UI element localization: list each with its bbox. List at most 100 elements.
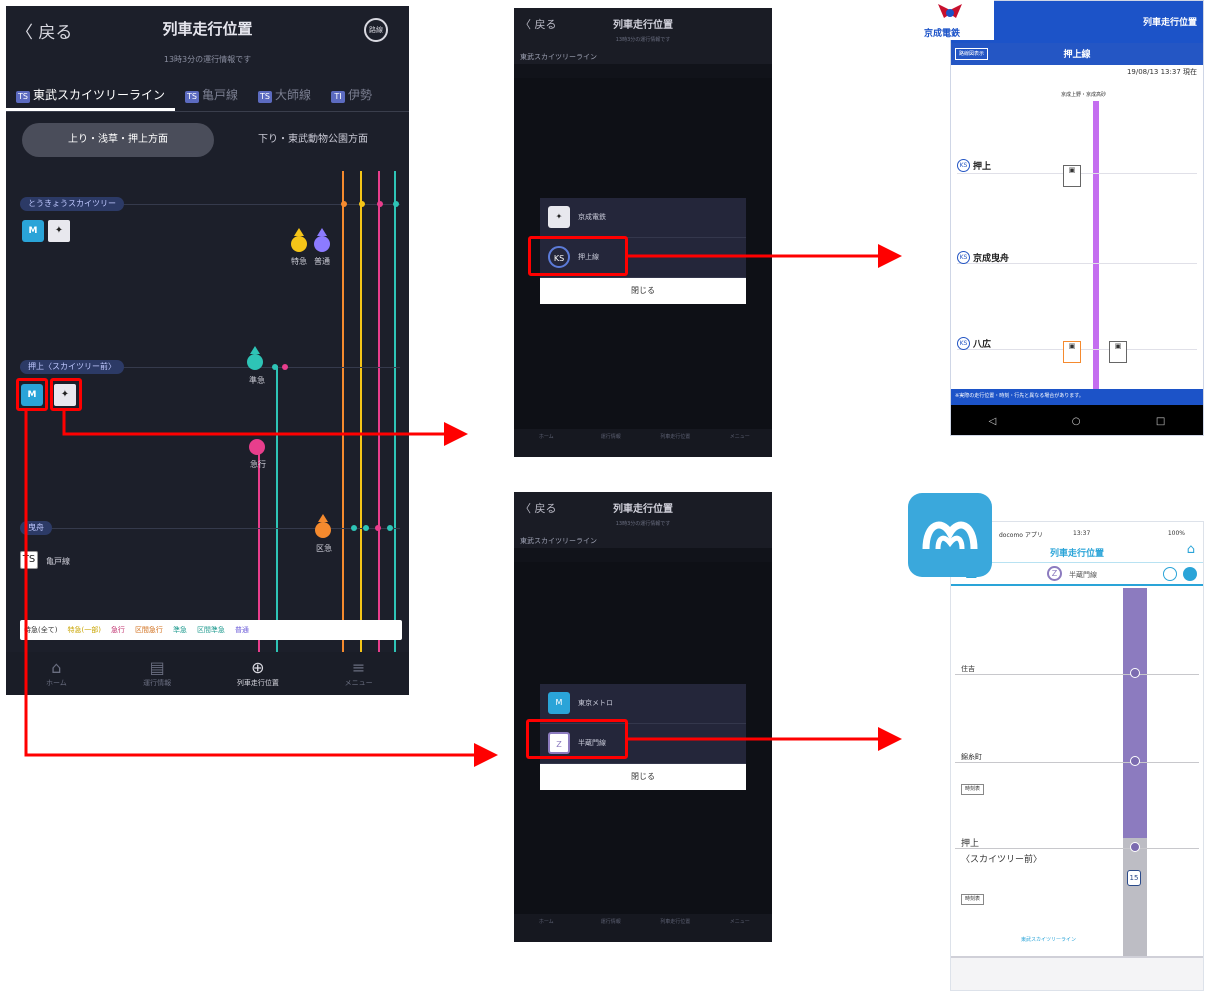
tokyo-metro-app-icon	[908, 493, 992, 577]
station-number-icon: KS	[957, 251, 970, 264]
keisei-line-track	[1093, 101, 1099, 395]
line-name: 半蔵門線	[1069, 571, 1097, 579]
direction-up-toggle[interactable]: 上り・浅草・押上方面	[22, 123, 214, 157]
nav-train-position[interactable]: ⊕ 列車走行位置	[208, 652, 309, 695]
info-icon: ▤	[149, 658, 165, 677]
menu-icon: ≡	[351, 658, 366, 677]
mini-header: 〈 戻る 列車走行位置 13時3分の運行情報です 東武スカイツリーライン	[514, 492, 772, 548]
app-header: 〈 戻る 列車走行位置 路線	[6, 6, 409, 54]
track-dot	[375, 525, 381, 531]
station-name: 錦糸町	[961, 753, 982, 761]
legend-item: 特急(一部)	[67, 626, 101, 634]
train-marker-semi-express[interactable]	[247, 354, 263, 370]
nav-home[interactable]: ホーム	[514, 914, 579, 942]
route-map-button[interactable]: 路線	[364, 18, 388, 42]
train-marker[interactable]	[1130, 668, 1140, 678]
line-badge: TS	[258, 91, 273, 103]
legend-item: 特急(全て)	[24, 626, 58, 634]
timetable-button[interactable]: 時刻表	[961, 784, 985, 795]
station-divider	[955, 848, 1199, 849]
nav-service-info[interactable]: 運行情報	[579, 429, 644, 457]
nav-menu[interactable]: ≡ メニュー	[308, 652, 409, 695]
train-label: 急行	[250, 460, 266, 469]
home-icon[interactable]: ⌂	[1187, 542, 1195, 557]
train-marker[interactable]: ▣	[1063, 341, 1081, 363]
track-dot	[282, 364, 288, 370]
highlight-box	[50, 378, 82, 411]
dialog-row-operator: M 東京メトロ	[540, 684, 746, 724]
train-marker[interactable]	[1130, 756, 1140, 766]
track-dot	[272, 364, 278, 370]
keisei-line-bar: 路線図表示 押上線	[951, 43, 1203, 65]
nav-service-info[interactable]: 運行情報	[579, 914, 644, 942]
highlight-box	[16, 378, 48, 411]
keisei-logo-icon[interactable]: ✦	[48, 220, 70, 242]
train-marker[interactable]	[1130, 842, 1140, 852]
nav-menu[interactable]: メニュー	[708, 914, 773, 942]
direction-down-toggle[interactable]: 下り・東武動物公園方面	[228, 123, 398, 157]
connection-label: 亀戸線	[46, 557, 70, 566]
home-nav-icon[interactable]: ○	[1072, 416, 1081, 427]
line-badge: TS	[185, 91, 200, 103]
clock-text: 13:37	[1073, 530, 1091, 537]
tab-kameido[interactable]: TS 亀戸線	[175, 78, 248, 111]
station-number-icon: KS	[957, 337, 970, 350]
nav-home[interactable]: ⌂ ホーム	[6, 652, 107, 695]
page-title: 列車走行位置	[162, 20, 253, 38]
train-marker[interactable]: ▣	[1063, 165, 1081, 187]
track-dot	[377, 201, 383, 207]
tab-label: 伊勢	[348, 88, 373, 102]
dialog-close-button[interactable]: 閉じる	[540, 764, 746, 790]
tab-isesaki[interactable]: TI 伊勢	[321, 78, 382, 111]
tokyo-metro-logo-icon[interactable]: M	[22, 220, 44, 242]
line-badge: TS	[16, 91, 30, 103]
nav-service-info[interactable]: ▤ 運行情報	[107, 652, 208, 695]
train-number-badge[interactable]: 15	[1127, 870, 1141, 886]
train-marker-section-express[interactable]	[315, 522, 331, 538]
disclaimer-text: ※実際の走行位置・時刻・行先と異なる場合があります。	[955, 393, 1084, 399]
station-tag-oshiage[interactable]: 押上〈スカイツリー前〉	[20, 360, 124, 374]
nav-menu[interactable]: メニュー	[708, 429, 773, 457]
through-line-label: 東武スカイツリーライン	[1021, 937, 1077, 943]
train-marker[interactable]: ▣	[1109, 341, 1127, 363]
nav-train-position[interactable]: 列車走行位置	[643, 429, 708, 457]
direction-toggle[interactable]	[1163, 567, 1177, 581]
timetable-button[interactable]: 時刻表	[961, 894, 985, 905]
recents-nav-icon[interactable]: □	[1156, 416, 1165, 427]
legend-item: 準急	[172, 626, 187, 634]
station-name: 押上	[973, 162, 992, 172]
track-line	[342, 171, 344, 652]
tab-label: 亀戸線	[202, 88, 239, 102]
track-dot	[393, 201, 399, 207]
track-line	[378, 171, 380, 652]
station-number-icon: TS	[20, 551, 38, 569]
tab-tobu-skytree[interactable]: TS 東武スカイツリーライン	[6, 78, 176, 111]
train-label: 区急	[316, 544, 332, 553]
station-tag-hikifune[interactable]: 曳舟	[20, 521, 52, 535]
dialog-close-button[interactable]: 閉じる	[540, 278, 746, 304]
nav-home[interactable]: ホーム	[514, 429, 579, 457]
train-marker-local[interactable]	[314, 236, 330, 252]
direction-label: 京成上野・京成高砂	[1061, 92, 1107, 98]
train-type-legend: 特急(全て) 特急(一部) 急行 区間急行 準急 区間準急 普通	[20, 620, 402, 640]
direction-toggle[interactable]	[1183, 567, 1197, 581]
track-line	[394, 171, 396, 652]
train-marker-limited-express[interactable]	[291, 236, 307, 252]
android-nav-bar: ◁ ○ □	[951, 405, 1203, 435]
train-arrow-icon	[318, 514, 328, 522]
train-label: 普通	[314, 257, 330, 266]
back-nav-icon[interactable]: ◁	[989, 416, 997, 427]
legend-item: 区間準急	[196, 626, 225, 634]
station-subname: 〈スカイツリー前〉	[961, 855, 1043, 865]
station-name: 押上	[961, 839, 980, 849]
bottom-navigation: ホーム 運行情報 列車走行位置 メニュー	[514, 429, 772, 457]
line-tabs: 東武スカイツリーライン	[520, 537, 597, 545]
legend-item: 急行	[110, 626, 125, 634]
dialog-row-operator: ✦ 京成電鉄	[540, 198, 746, 238]
station-tag-skytree[interactable]: とうきょうスカイツリー	[20, 197, 124, 211]
nav-train-position[interactable]: 列車走行位置	[643, 914, 708, 942]
tab-daishi[interactable]: TS 大師線	[248, 78, 321, 111]
track-line	[276, 366, 278, 652]
track-dot	[387, 525, 393, 531]
train-marker-express[interactable]	[249, 439, 265, 455]
